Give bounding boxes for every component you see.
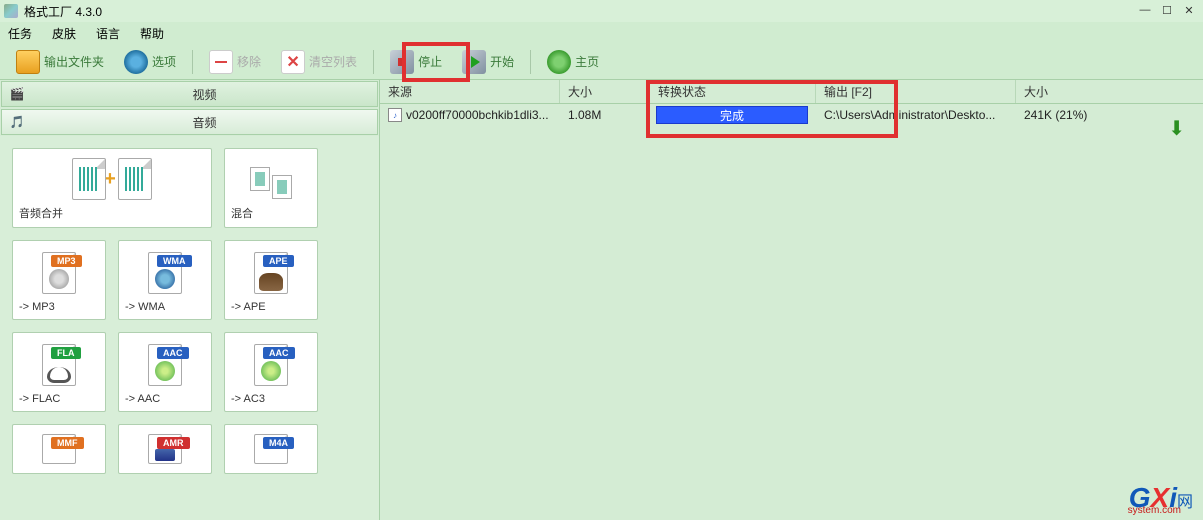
clear-icon: ✕ [281,50,305,74]
flac-icon: FLA [42,344,76,386]
window-title: 格式工厂 4.3.0 [24,3,102,20]
flac-label: -> FLAC [19,393,99,405]
mmf-badge: MMF [51,437,84,449]
options-icon [124,50,148,74]
m4a-icon: M4A [254,434,288,464]
th-status[interactable]: 转换状态 [650,80,816,103]
cell-output: C:\Users\Administrator\Deskto... [816,104,1016,126]
cell-filename: v0200ff70000bchkib1dli3... [406,108,549,122]
mmf-icon: MMF [42,434,76,464]
watermark: G X i 网 system.com [1129,482,1193,514]
toolbar: 输出文件夹 选项 移除 ✕ 清空列表 停止 开始 主页 [0,44,1203,80]
mp3-label: -> MP3 [19,301,99,313]
amr-badge: AMR [157,437,190,449]
ac3-badge: AAC [263,347,295,359]
th-output[interactable]: 输出 [F2] [816,80,1016,103]
video-label: 视频 [32,86,377,103]
sidebar: 🎬 视频 🎵 音频 + 音频合并 [0,80,380,520]
menu-help[interactable]: 帮助 [140,25,164,42]
card-mmf[interactable]: MMF [12,424,106,474]
th-source[interactable]: 来源 [380,80,560,103]
card-amr[interactable]: AMR [118,424,212,474]
output-folder-label: 输出文件夹 [44,53,104,70]
home-button[interactable]: 主页 [539,48,607,76]
status-complete: 完成 [656,106,808,124]
remove-icon [209,50,233,74]
ape-badge: APE [263,255,294,267]
maximize-button[interactable]: ☐ [1157,2,1177,18]
stop-button[interactable]: 停止 [382,48,450,76]
menubar: 任务 皮肤 语言 帮助 [0,22,1203,44]
stop-icon [390,50,414,74]
clear-label: 清空列表 [309,53,357,70]
remove-label: 移除 [237,53,261,70]
ac3-label: -> AC3 [231,393,311,405]
wma-label: -> WMA [125,301,205,313]
aac-icon: AAC [148,344,182,386]
stop-label: 停止 [418,53,442,70]
home-label: 主页 [575,53,599,70]
task-table: 来源 大小 转换状态 输出 [F2] 大小 ♪ v0200ff70000bchk… [380,80,1203,520]
titlebar: 格式工厂 4.3.0 — ☐ ✕ [0,0,1203,22]
aac-label: -> AAC [125,393,205,405]
start-label: 开始 [490,53,514,70]
options-label: 选项 [152,53,176,70]
start-button[interactable]: 开始 [454,48,522,76]
m4a-badge: M4A [263,437,294,449]
ac3-icon: AAC [254,344,288,386]
audio-label: 音频 [32,114,377,131]
card-ape[interactable]: APE -> APE [224,240,318,320]
category-video[interactable]: 🎬 视频 [1,81,378,107]
card-mix[interactable]: 混合 [224,148,318,228]
wma-badge: WMA [157,255,192,267]
ape-label: -> APE [231,301,311,313]
menu-task[interactable]: 任务 [8,25,32,42]
start-icon [462,50,486,74]
card-aac[interactable]: AAC -> AAC [118,332,212,412]
amr-icon: AMR [148,434,182,464]
card-mp3[interactable]: MP3 -> MP3 [12,240,106,320]
download-arrow-icon: ⬇ [1168,116,1185,141]
audio-icon: 🎵 [6,111,28,133]
menu-language[interactable]: 语言 [96,25,120,42]
close-button[interactable]: ✕ [1179,2,1199,18]
card-audio-merge[interactable]: + 音频合并 [12,148,212,228]
table-row[interactable]: ♪ v0200ff70000bchkib1dli3... 1.08M 完成 C:… [380,104,1203,126]
app-icon [4,4,18,18]
ape-icon: APE [254,252,288,294]
video-icon: 🎬 [6,83,28,105]
content-area: 🎬 视频 🎵 音频 + 音频合并 [0,80,1203,520]
th-size[interactable]: 大小 [560,80,650,103]
folder-icon [16,50,40,74]
mp3-badge: MP3 [51,255,82,267]
merge-icon: + [19,155,205,203]
th-outsize[interactable]: 大小 [1016,80,1146,103]
mix-icon [231,155,311,203]
window-controls: — ☐ ✕ [1135,2,1199,18]
card-m4a[interactable]: M4A [224,424,318,474]
mp3-icon: MP3 [42,252,76,294]
fla-badge: FLA [51,347,81,359]
category-audio[interactable]: 🎵 音频 [1,109,378,135]
menu-skin[interactable]: 皮肤 [52,25,76,42]
globe-icon [547,50,571,74]
merge-label: 音频合并 [19,205,205,221]
remove-button[interactable]: 移除 [201,48,269,76]
watermark-sub: system.com [1128,505,1181,516]
card-ac3[interactable]: AAC -> AC3 [224,332,318,412]
clear-button[interactable]: ✕ 清空列表 [273,48,365,76]
card-flac[interactable]: FLA -> FLAC [12,332,106,412]
card-wma[interactable]: WMA -> WMA [118,240,212,320]
aac-badge: AAC [157,347,189,359]
cell-size: 1.08M [560,104,650,126]
cell-outsize: 241K (21%) [1016,104,1146,126]
minimize-button[interactable]: — [1135,2,1155,18]
mix-label: 混合 [231,205,311,221]
options-button[interactable]: 选项 [116,48,184,76]
wma-icon: WMA [148,252,182,294]
format-grid: + 音频合并 混合 MP3 [0,136,379,520]
music-file-icon: ♪ [388,108,402,122]
table-header-row: 来源 大小 转换状态 输出 [F2] 大小 [380,80,1203,104]
output-folder-button[interactable]: 输出文件夹 [8,48,112,76]
